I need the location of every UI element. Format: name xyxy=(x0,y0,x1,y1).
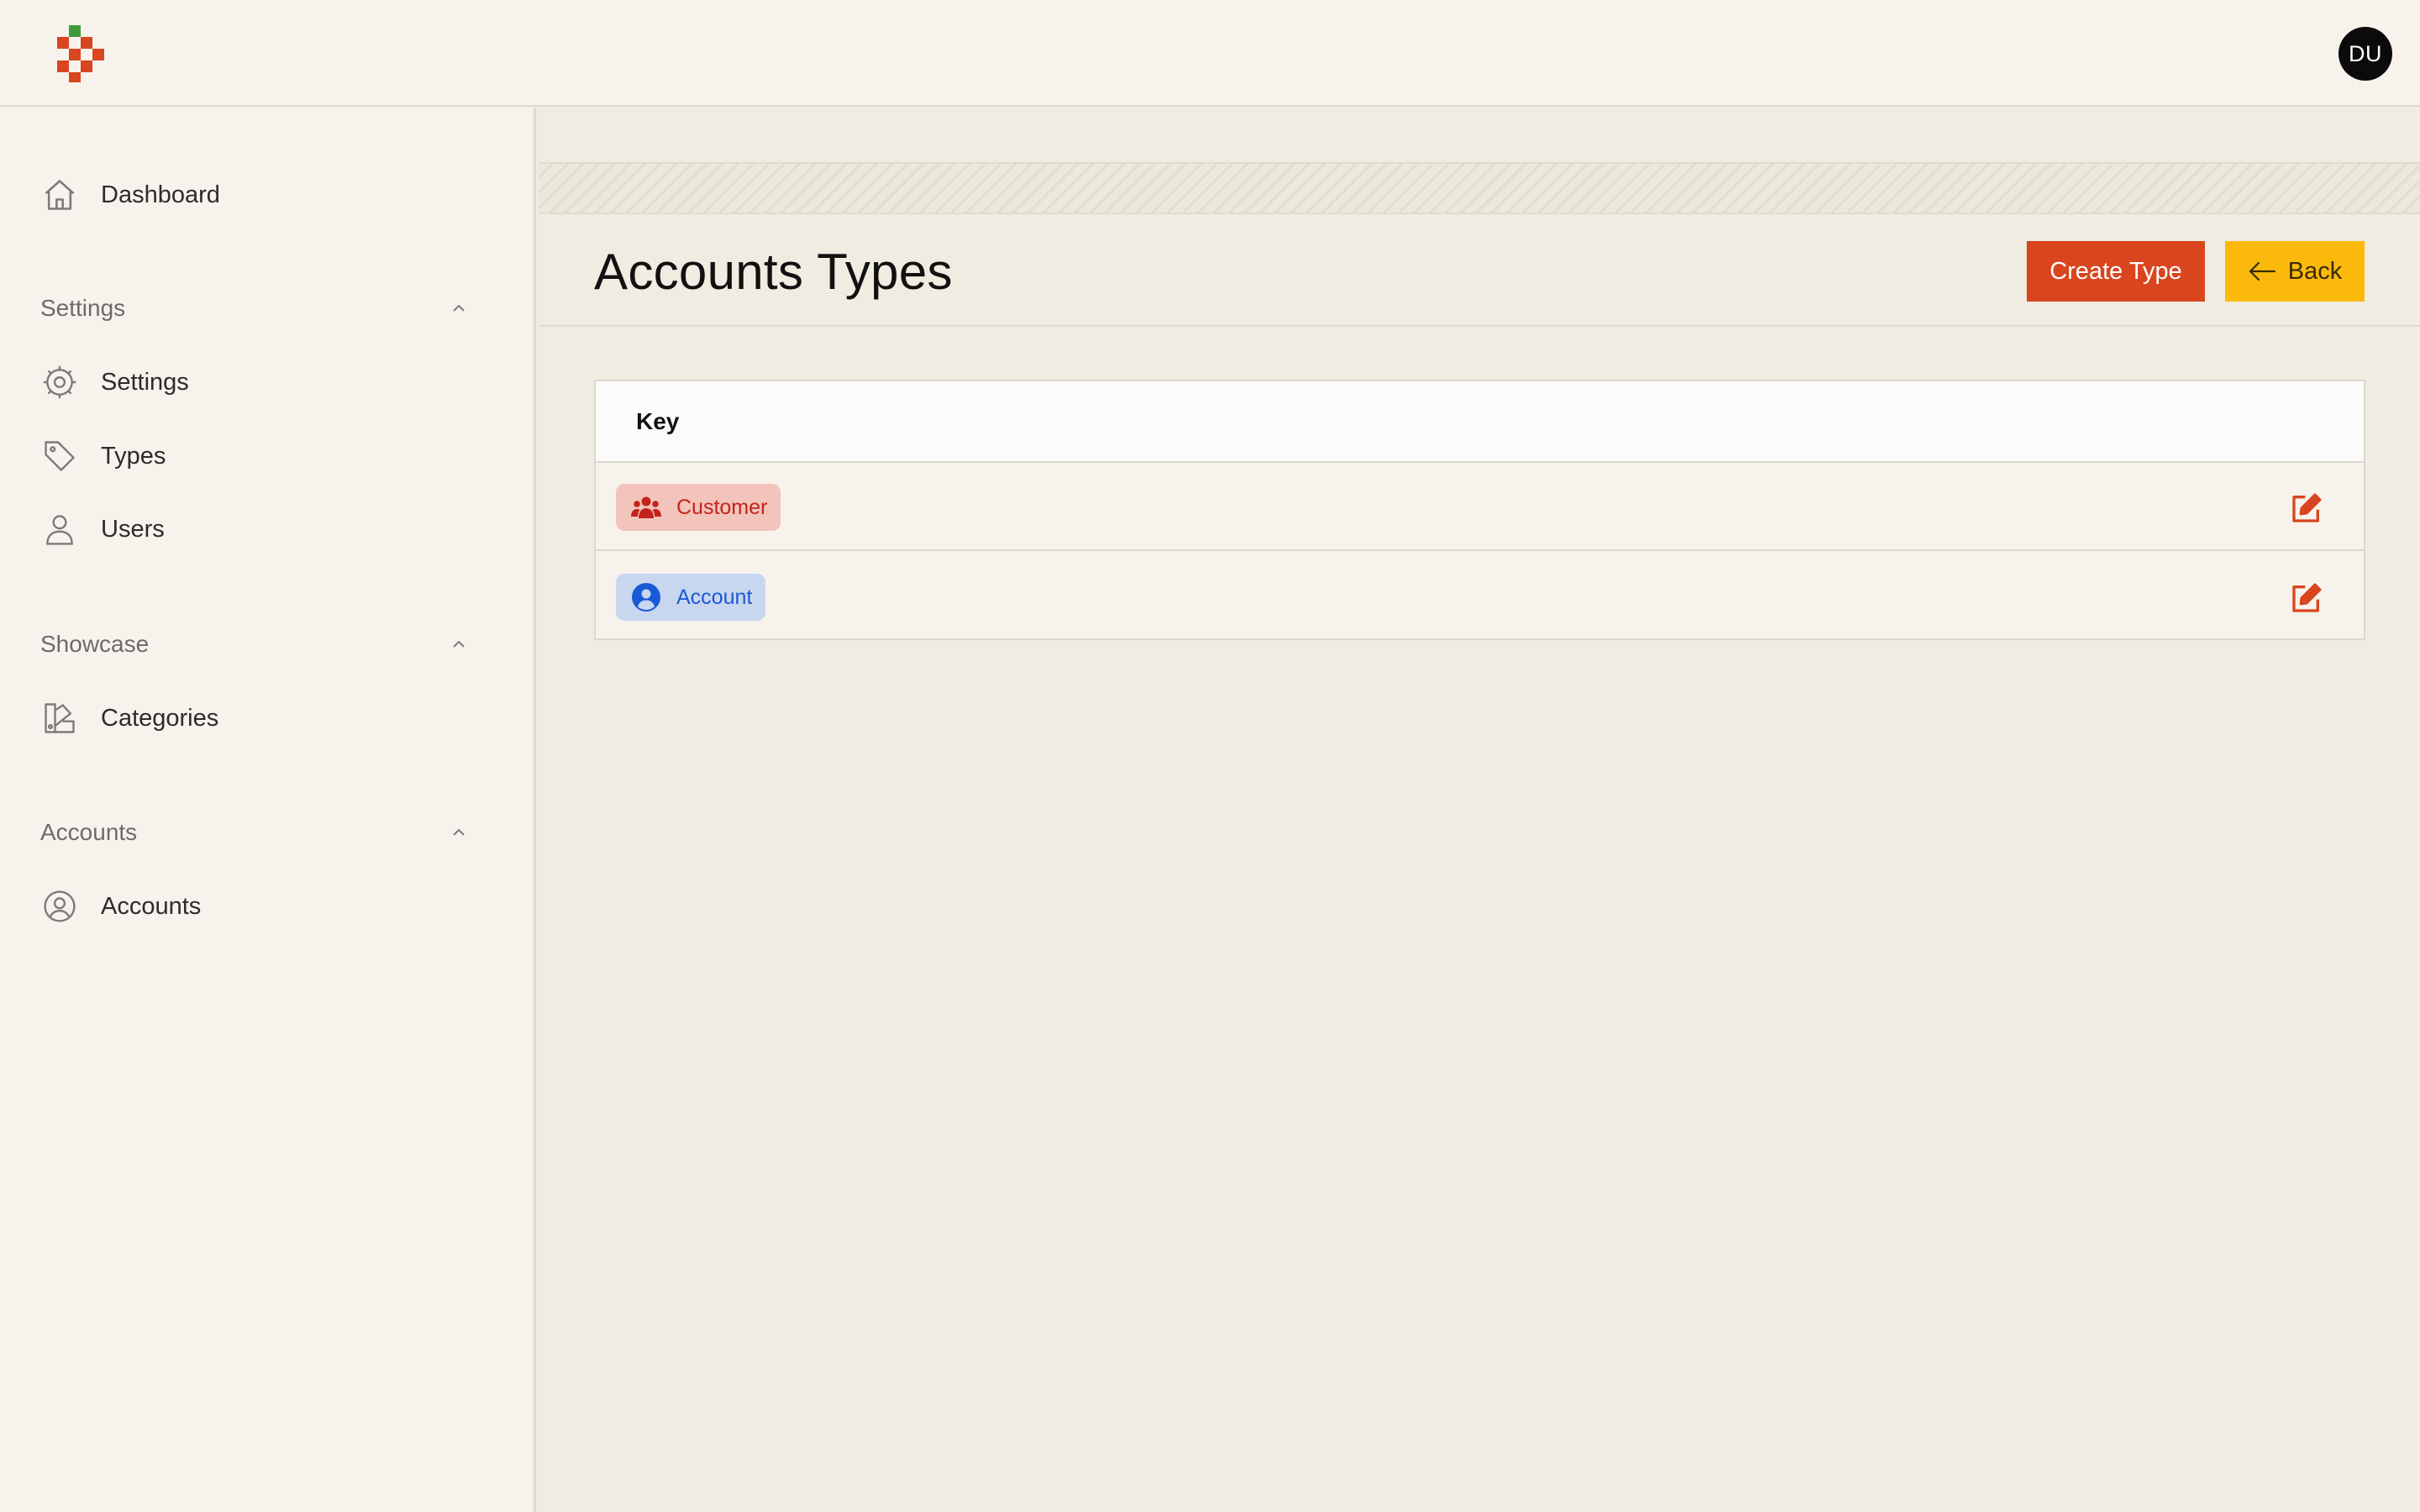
swatch-icon xyxy=(40,699,79,738)
page-header: Accounts Types Create Type Back xyxy=(539,214,2420,327)
back-button[interactable]: Back xyxy=(2225,241,2365,302)
table-header: Key xyxy=(596,381,2364,463)
sidebar-item-label: Accounts xyxy=(101,892,202,920)
user-avatar[interactable]: DU xyxy=(2338,27,2392,81)
type-badge-customer[interactable]: Customer xyxy=(616,484,781,531)
table-row: Account xyxy=(596,553,2364,641)
page-title: Accounts Types xyxy=(594,244,953,300)
sidebar-item-settings[interactable]: Settings xyxy=(40,357,494,407)
sidebar-item-label: Types xyxy=(101,442,166,470)
create-type-button[interactable]: Create Type xyxy=(2027,241,2205,302)
sidebar: Dashboard Settings Settings Types Users … xyxy=(0,108,536,1512)
sidebar-item-dashboard[interactable]: Dashboard xyxy=(40,170,494,220)
users-icon xyxy=(631,492,661,522)
sidebar-item-label: Users xyxy=(101,515,165,543)
logo-icon[interactable] xyxy=(57,25,104,82)
edit-icon[interactable] xyxy=(2290,491,2323,525)
sidebar-item-accounts[interactable]: Accounts xyxy=(40,881,494,932)
sidebar-item-users[interactable]: Users xyxy=(40,504,494,554)
user-circle-icon xyxy=(40,887,79,926)
sidebar-item-categories[interactable]: Categories xyxy=(40,693,494,743)
section-showcase-header[interactable]: Showcase xyxy=(40,623,469,665)
section-settings-header[interactable]: Settings xyxy=(40,287,469,329)
section-title: Showcase xyxy=(40,631,150,657)
column-header-key: Key xyxy=(636,408,680,434)
types-table: Key Customer Account xyxy=(594,380,2365,640)
top-bar: DU xyxy=(0,0,2420,107)
user-circle-filled-icon xyxy=(631,582,661,612)
arrow-left-icon xyxy=(2248,260,2276,282)
main-content: Accounts Types Create Type Back Key Cust… xyxy=(539,108,2420,1512)
section-accounts-header[interactable]: Accounts xyxy=(40,811,469,853)
gear-icon xyxy=(40,363,79,402)
badge-label: Customer xyxy=(676,495,768,519)
sidebar-item-types[interactable]: Types xyxy=(40,431,494,481)
sidebar-item-label: Settings xyxy=(101,368,189,396)
user-icon xyxy=(40,510,79,549)
sidebar-item-label: Dashboard xyxy=(101,181,220,208)
chevron-up-icon xyxy=(453,640,465,648)
sidebar-item-label: Categories xyxy=(101,704,219,732)
striped-banner xyxy=(539,162,2420,214)
chevron-up-icon xyxy=(453,304,465,312)
tag-icon xyxy=(40,437,79,475)
edit-icon[interactable] xyxy=(2290,581,2323,615)
badge-label: Account xyxy=(676,585,753,609)
section-title: Accounts xyxy=(40,819,138,845)
chevron-up-icon xyxy=(453,828,465,836)
section-title: Settings xyxy=(40,295,126,321)
table-row: Customer xyxy=(596,463,2364,551)
home-icon xyxy=(40,176,79,214)
type-badge-account[interactable]: Account xyxy=(616,574,766,621)
back-button-label: Back xyxy=(2287,257,2343,285)
